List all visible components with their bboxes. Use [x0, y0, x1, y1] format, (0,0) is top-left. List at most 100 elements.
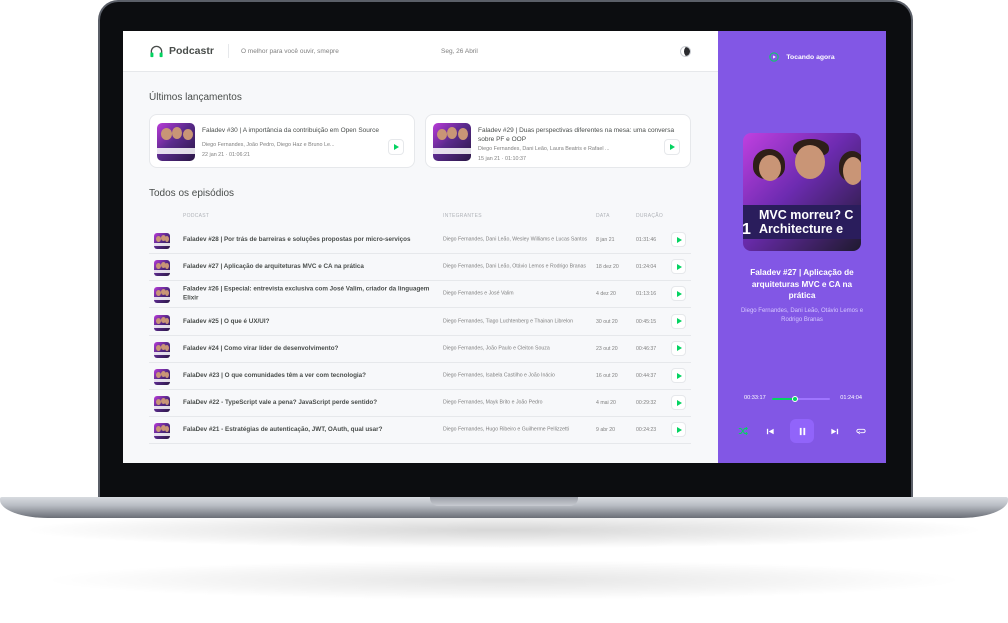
episode-thumbnail: [154, 369, 170, 385]
moon-icon[interactable]: [680, 46, 691, 57]
play-circle-icon: [769, 52, 780, 62]
current-time: 00:33:17: [744, 395, 766, 401]
episode-duration: 00:24:23: [636, 427, 657, 434]
app-name: Podcastr: [169, 45, 214, 57]
episode-duration: 01:24:04: [636, 264, 657, 271]
play-button[interactable]: [671, 395, 686, 411]
card-date: 22 jan 21: [202, 152, 225, 158]
play-icon: [676, 426, 682, 433]
play-icon: [394, 144, 399, 150]
play-button[interactable]: [671, 340, 686, 356]
now-playing-label: Tocando agora: [786, 53, 835, 61]
play-icon: [676, 290, 682, 297]
column-header-duration: DURAÇÃO: [636, 213, 664, 219]
column-header-date: DATA: [596, 213, 610, 219]
card-title[interactable]: Faladev #29 | Duas perspectivas diferent…: [478, 126, 678, 144]
card-date: 15 jan 21: [478, 156, 501, 162]
total-time: 01:24:04: [840, 395, 862, 401]
episode-members: Diego Fernandes, João Paulo e Cleiton So…: [443, 345, 550, 352]
table-row[interactable]: FalaDev #22 - TypeScript vale a pena? Ja…: [149, 390, 691, 418]
play-icon: [676, 399, 682, 406]
table-row[interactable]: Faladev #25 | O que é UX/UI? Diego Fernan…: [149, 309, 691, 336]
play-button[interactable]: [664, 139, 680, 155]
episode-title[interactable]: Faladev #26 | Especial: entrevista exclu…: [183, 286, 431, 303]
latest-card[interactable]: Faladev #29 | Duas perspectivas diferent…: [425, 114, 691, 168]
card-title[interactable]: Faladev #30 | A importância da contribui…: [202, 126, 402, 135]
play-button[interactable]: [671, 286, 686, 302]
now-playing-header: Tocando agora: [718, 52, 886, 62]
episode-date: 23 out 20: [596, 345, 618, 352]
episode-date: 8 jan 21: [596, 237, 615, 243]
episode-date: 30 out 20: [596, 318, 618, 325]
episode-title[interactable]: FalaDev #21 - Estratégias de autenticaçã…: [183, 426, 431, 435]
episode-title[interactable]: Faladev #25 | O que é UX/UI?: [183, 317, 431, 326]
app-screen: Podcastr O melhor para você ouvir, smepr…: [123, 31, 886, 463]
episode-date: 18 dez 20: [596, 264, 619, 271]
repeat-button[interactable]: [854, 424, 868, 438]
latest-section-title: Últimos lançamentos: [149, 92, 242, 103]
episode-date: 16 out 20: [596, 373, 618, 379]
play-button[interactable]: [671, 313, 686, 329]
header: Podcastr O melhor para você ouvir, smepr…: [123, 31, 718, 72]
episode-date: 9 abr 20: [596, 427, 616, 434]
play-icon: [670, 144, 675, 150]
episode-duration: 00:29:32: [636, 400, 657, 407]
header-divider: [227, 44, 229, 58]
episode-duration: 01:13:16: [636, 291, 657, 298]
card-duration: 01:10:37: [504, 156, 526, 162]
table-row[interactable]: FalaDev #23 | O que comunidades têm a ve…: [149, 363, 691, 390]
card-members: Diego Fernandes, João Pedro, Diego Haz e…: [202, 142, 335, 148]
logo[interactable]: Podcastr: [149, 44, 214, 59]
table-row[interactable]: FalaDev #21 - Estratégias de autenticaçã…: [149, 417, 691, 445]
episode-thumbnail: [154, 314, 170, 331]
shuffle-button[interactable]: [736, 424, 750, 438]
play-icon: [676, 372, 682, 379]
player-episode-title: Faladev #27 | Aplicação de arquiteturas …: [750, 268, 854, 300]
next-button[interactable]: [827, 424, 841, 438]
episode-title[interactable]: Faladev #28 | Por trás de barreiras e so…: [183, 236, 431, 245]
headphones-icon: [150, 45, 163, 57]
pause-icon: [799, 427, 805, 435]
player-controls: [718, 419, 886, 443]
card-meta: 22 jan 21 · 01:06:21: [202, 152, 250, 158]
play-button[interactable]: [671, 368, 686, 383]
episode-thumbnail: [154, 233, 170, 249]
card-meta: 15 jan 21 · 01:10:37: [478, 156, 526, 162]
pause-button[interactable]: [790, 419, 814, 443]
episode-thumbnail: [154, 341, 170, 358]
table-row[interactable]: Faladev #28 | Por trás de barreiras e so…: [149, 227, 691, 254]
table-row[interactable]: Faladev #26 | Especial: entrevista exclu…: [149, 281, 691, 309]
episode-members: Diego Fernandes, Dani Leão, Wesley Willi…: [443, 236, 588, 243]
latest-card[interactable]: Faladev #30 | A importância da contribui…: [149, 114, 415, 168]
play-button[interactable]: [671, 259, 686, 275]
episode-thumbnail: [154, 423, 170, 440]
episode-thumbnail: [433, 123, 471, 161]
main-content: Últimos lançamentos Faladev #30 | A impo…: [123, 72, 718, 463]
current-date: Seg, 26 Abril: [441, 48, 478, 55]
repeat-icon: [856, 428, 866, 435]
laptop-notch: [430, 497, 578, 506]
episode-title[interactable]: Faladev #24 | Como virar líder de desenv…: [183, 345, 431, 354]
progress-bar[interactable]: 00:33:17 01:24:04: [744, 395, 862, 403]
tagline: O melhor para você ouvir, smepre: [240, 47, 339, 55]
episode-title[interactable]: Faladev #27 | Aplicação de arquiteturas …: [183, 263, 431, 272]
episode-thumbnail: [157, 123, 195, 161]
episodes-section-title: Todos os episódios: [149, 188, 235, 199]
episode-title[interactable]: FalaDev #23 | O que comunidades têm a ve…: [183, 372, 431, 381]
episode-members: Diego Fernandes, Tiago Luchtenberg e Tha…: [443, 317, 573, 324]
play-icon: [676, 236, 682, 243]
play-button[interactable]: [671, 232, 686, 247]
table-row[interactable]: Faladev #27 | Aplicação de arquiteturas …: [149, 254, 691, 282]
episode-date: 4 dez 20: [596, 291, 616, 298]
cover-text: MVC morreu? C Architecture e: [759, 208, 854, 236]
progress-track[interactable]: [772, 396, 830, 402]
play-button[interactable]: [388, 139, 404, 155]
episode-title[interactable]: FalaDev #22 - TypeScript vale a pena? Ja…: [183, 399, 431, 408]
progress-handle[interactable]: [792, 396, 799, 402]
episode-duration: 00:45:15: [636, 318, 657, 325]
previous-button[interactable]: [763, 424, 777, 438]
play-button[interactable]: [671, 422, 686, 438]
player-episode-members: Diego Fernandes, Dani Leão, Otávio Lemos…: [740, 308, 864, 323]
table-row[interactable]: Faladev #24 | Como virar líder de desenv…: [149, 336, 691, 363]
episode-duration: 01:31:46: [636, 237, 657, 243]
